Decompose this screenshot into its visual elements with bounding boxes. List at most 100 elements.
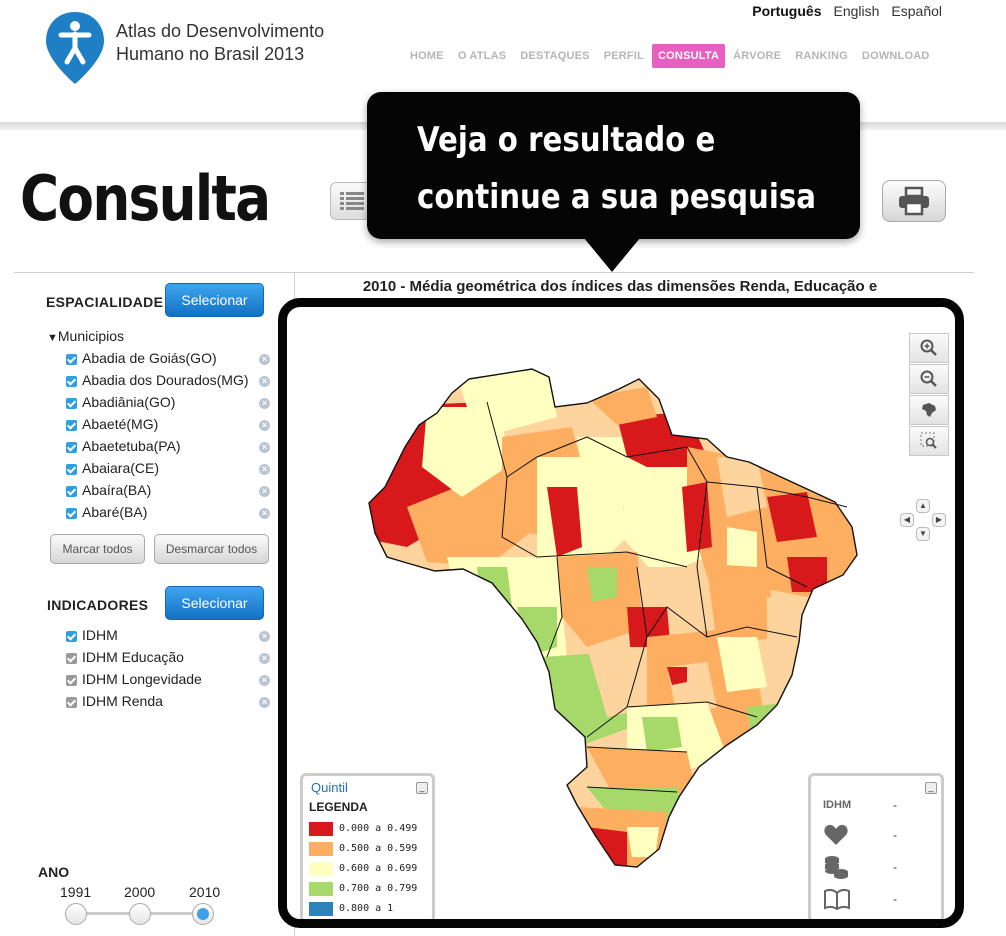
main-nav: HOME O ATLAS DESTAQUES PERFIL CONSULTA Á… [404, 44, 936, 68]
municipio-item[interactable]: Abaetetuba(PA) × [66, 438, 278, 460]
nav-ranking[interactable]: RANKING [789, 44, 854, 68]
year-slider-2000[interactable] [129, 903, 151, 925]
full-extent-button[interactable] [909, 395, 949, 425]
municipio-item[interactable]: Abadia de Goiás(GO) × [66, 350, 278, 372]
legend-swatch [309, 882, 333, 896]
municipio-item[interactable]: Abadia dos Dourados(MG) × [66, 372, 278, 394]
remove-icon[interactable]: × [259, 420, 270, 431]
municipio-item[interactable]: Abaré(BA) × [66, 504, 278, 526]
print-button[interactable] [882, 180, 946, 222]
nav-o-atlas[interactable]: O ATLAS [452, 44, 512, 68]
zoom-out-icon [920, 370, 937, 387]
municipio-item[interactable]: Abaíra(BA) × [66, 482, 278, 504]
remove-icon[interactable]: × [259, 486, 270, 497]
remove-icon[interactable]: × [259, 354, 270, 365]
info-value: - [893, 892, 897, 906]
pan-left-button[interactable]: ◀ [900, 513, 914, 527]
nav-arvore[interactable]: ÁRVORE [727, 44, 787, 68]
indicador-item[interactable]: IDHM Longevidade × [66, 671, 278, 693]
zoom-in-button[interactable] [909, 333, 949, 363]
map-title: 2010 - Média geométrica dos índices das … [362, 278, 878, 295]
checkbox[interactable] [66, 354, 77, 365]
indicador-label: IDHM Educação [82, 649, 184, 665]
unmark-all-button[interactable]: Desmarcar todos [154, 534, 269, 564]
checkbox[interactable] [66, 398, 77, 409]
logo-line-1: Atlas do Desenvolvimento [116, 21, 325, 41]
lang-portugues[interactable]: Português [752, 3, 821, 19]
pan-up-button[interactable]: ▲ [916, 499, 930, 513]
checkbox[interactable] [66, 376, 77, 387]
select-indicadores-button[interactable]: Selecionar [165, 586, 264, 620]
info-row-idhm: IDHM - [823, 792, 933, 820]
info-value: - [893, 828, 897, 842]
info-value: - [893, 860, 897, 874]
map-legend: Quintil _ LEGENDA 0.000 a 0.499 0.500 a … [300, 773, 435, 919]
remove-icon[interactable]: × [259, 376, 270, 387]
checkbox[interactable] [66, 508, 77, 519]
remove-icon[interactable]: × [259, 464, 270, 475]
pan-right-button[interactable]: ▶ [932, 513, 946, 527]
remove-icon[interactable]: × [259, 675, 270, 686]
checkbox[interactable] [66, 675, 77, 686]
logo-text[interactable]: Atlas do Desenvolvimento Humano no Brasi… [116, 20, 324, 66]
municipio-label: Abaetetuba(PA) [82, 438, 181, 454]
checkbox[interactable] [66, 653, 77, 664]
atlas-logo-icon[interactable] [44, 10, 106, 86]
remove-icon[interactable]: × [259, 398, 270, 409]
pan-down-button[interactable]: ▼ [916, 527, 930, 541]
indicador-label: IDHM [82, 627, 118, 643]
mark-all-button[interactable]: Marcar todos [50, 534, 145, 564]
info-row-renda: - [823, 854, 933, 882]
heart-icon [823, 822, 853, 848]
municipio-item[interactable]: Abaeté(MG) × [66, 416, 278, 438]
municipio-item[interactable]: Abadiânia(GO) × [66, 394, 278, 416]
indicador-item[interactable]: IDHM × [66, 627, 278, 649]
municipio-item[interactable]: Abaiara(CE) × [66, 460, 278, 482]
checkbox[interactable] [66, 631, 77, 642]
legend-label: 0.000 a 0.499 [339, 823, 418, 834]
book-icon [823, 886, 853, 912]
year-slider-1991[interactable] [65, 903, 87, 925]
legend-swatch [309, 902, 333, 916]
year-slider-2010[interactable] [192, 903, 214, 925]
checkbox[interactable] [66, 420, 77, 431]
tooltip-arrow [584, 238, 640, 272]
municipios-group[interactable]: ▼Municipios [47, 328, 124, 344]
nav-download[interactable]: DOWNLOAD [856, 44, 936, 68]
nav-destaques[interactable]: DESTAQUES [514, 44, 595, 68]
remove-icon[interactable]: × [259, 631, 270, 642]
municipio-label: Abaiara(CE) [82, 460, 160, 476]
checkbox[interactable] [66, 697, 77, 708]
municipios-label: Municipios [57, 328, 125, 344]
checkbox[interactable] [66, 464, 77, 475]
indicador-item[interactable]: IDHM Renda × [66, 693, 278, 715]
indicador-item[interactable]: IDHM Educação × [66, 649, 278, 671]
nav-home[interactable]: HOME [404, 44, 450, 68]
municipio-label: Abaré(BA) [82, 504, 148, 520]
lang-english[interactable]: English [833, 3, 879, 19]
remove-icon[interactable]: × [259, 442, 270, 453]
year-label-2000: 2000 [124, 884, 156, 900]
remove-icon[interactable]: × [259, 697, 270, 708]
year-label-1991: 1991 [60, 884, 92, 900]
nav-perfil[interactable]: PERFIL [598, 44, 650, 68]
tooltip-line-1: Veja o resultado e [417, 120, 716, 160]
collapse-triangle-icon: ▼ [47, 332, 58, 344]
checkbox[interactable] [66, 486, 77, 497]
info-value: - [893, 798, 897, 812]
legend-subtitle: LEGENDA [309, 800, 368, 814]
zoom-box-button[interactable] [909, 426, 949, 456]
nav-consulta[interactable]: CONSULTA [652, 44, 726, 68]
checkbox[interactable] [66, 442, 77, 453]
remove-icon[interactable]: × [259, 653, 270, 664]
municipio-label: Abadia de Goiás(GO) [82, 350, 217, 366]
legend-title[interactable]: Quintil [311, 780, 348, 795]
lang-espanol[interactable]: Español [891, 3, 942, 19]
map-panel[interactable]: ▲ ◀ ▶ ▼ Quintil _ LEGENDA 0.000 a 0.499 … [278, 298, 964, 928]
indicadores-title: INDICADORES [47, 597, 149, 613]
remove-icon[interactable]: × [259, 508, 270, 519]
select-espacialidade-button[interactable]: Selecionar [165, 283, 264, 317]
zoom-in-icon [920, 339, 937, 356]
zoom-out-button[interactable] [909, 364, 949, 394]
legend-minimize-button[interactable]: _ [416, 782, 428, 794]
